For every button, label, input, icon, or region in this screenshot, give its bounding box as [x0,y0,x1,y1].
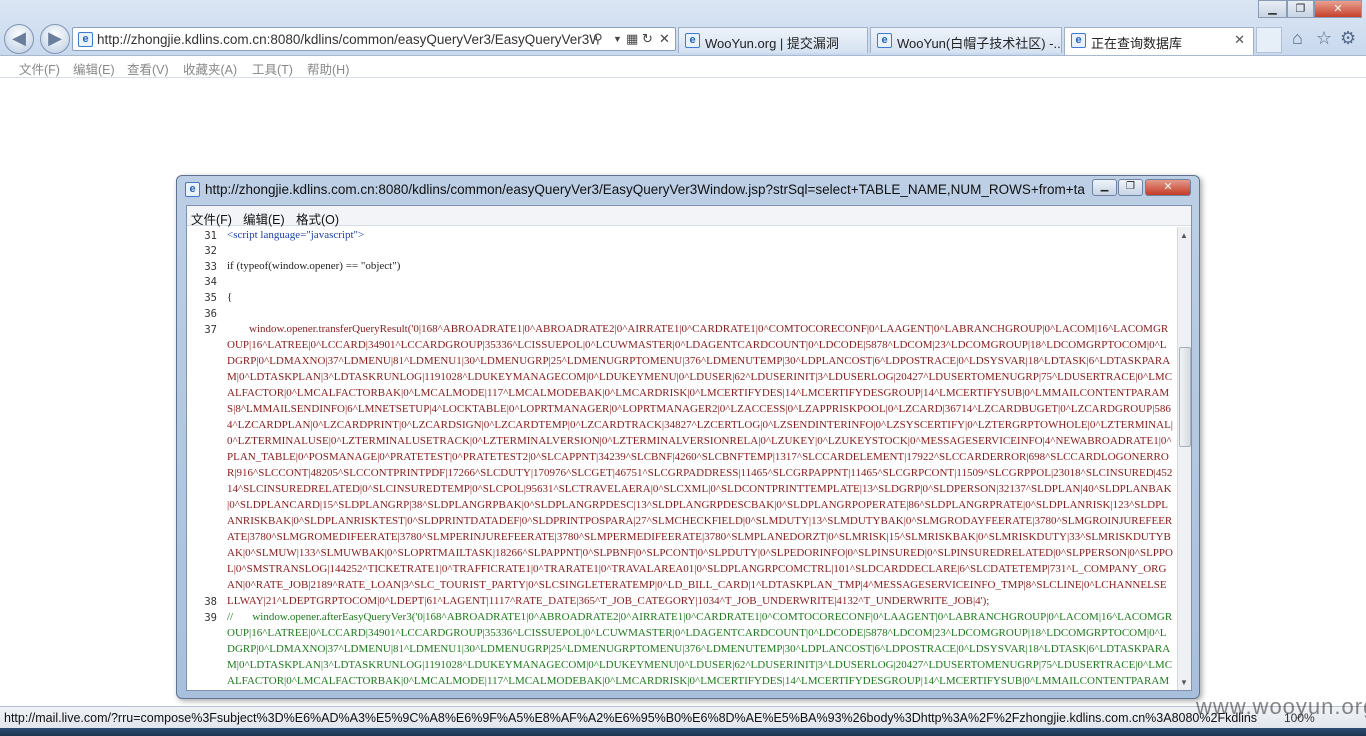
favorites-icon[interactable]: ☆ [1316,28,1332,49]
vertical-scrollbar[interactable]: ▲ ▼ [1177,227,1191,690]
tab-label: WooYun.org | 提交漏洞 [705,36,839,51]
address-url[interactable]: http://zhongjie.kdlins.com.cn:8080/kdlin… [97,32,597,47]
line-number: 31 [204,230,217,242]
tab-wooyun-community[interactable]: e WooYun(白帽子技术社区) -... [870,27,1062,53]
page-icon: e [185,182,200,197]
popup-minimize-button[interactable]: ▁ [1092,179,1117,196]
tab-page-icon: e [877,33,892,48]
menu-edit[interactable]: 编辑(E) [73,59,115,78]
menu-view[interactable]: 查看(V) [127,59,169,78]
refresh-icon[interactable]: ↻ [642,31,653,47]
popup-menubar: 文件(F) 编辑(E) 格式(O) [187,206,1191,228]
popup-close-button[interactable]: ✕ [1145,179,1191,196]
line-number: 32 [204,245,217,257]
menu-help[interactable]: 帮助(H) [307,59,349,78]
line-number: 33 [204,261,217,273]
back-icon[interactable]: ◀ [4,24,34,54]
popup-title: http://zhongjie.kdlins.com.cn:8080/kdlin… [205,182,1085,197]
tab-label: WooYun(白帽子技术社区) -... [897,36,1062,51]
menu-favorites[interactable]: 收藏夹(A) [183,59,237,78]
settings-icon[interactable]: ⚙ [1340,28,1356,49]
code-line: if (typeof(window.opener) == "object") [227,260,401,272]
code-line: window.opener.transferQueryResult('0|168… [227,323,1173,607]
popup-menu-file[interactable]: 文件(F) [191,209,232,228]
tab-wooyun-submit[interactable]: e WooYun.org | 提交漏洞 [678,27,868,53]
maximize-button[interactable]: ❐ [1287,0,1314,18]
popup-content: 文件(F) 编辑(E) 格式(O) 31 <script language="j… [186,205,1192,691]
tab-page-icon: e [1071,33,1086,48]
scroll-up-icon[interactable]: ▲ [1180,231,1188,240]
popup-menu-edit[interactable]: 编辑(E) [243,209,285,228]
compat-view-icon[interactable]: ▦ [626,31,638,47]
code-line: { [227,291,233,303]
new-tab-button[interactable] [1256,27,1282,53]
search-icon[interactable]: ⚲ [593,31,603,47]
source-code-view[interactable]: 31 <script language="javascript"> 32 33 … [187,227,1177,690]
address-bar[interactable]: e http://zhongjie.kdlins.com.cn:8080/kdl… [72,27,676,51]
forward-icon[interactable]: ▶ [40,24,70,54]
line-number: 35 [204,292,217,304]
line-number: 36 [204,308,217,320]
status-url: http://mail.live.com/?rru=compose%3Fsubj… [4,711,1258,725]
stop-icon[interactable]: ✕ [659,31,670,47]
home-icon[interactable]: ⌂ [1292,28,1303,49]
tab-querying-database[interactable]: e 正在查询数据库 ✕ [1064,27,1254,55]
menu-tools[interactable]: 工具(T) [252,59,293,78]
line-number: 39 [204,612,217,624]
popup-maximize-button[interactable]: ❐ [1118,179,1143,196]
scroll-thumb[interactable] [1179,347,1191,447]
source-popup-window: e http://zhongjie.kdlins.com.cn:8080/kdl… [176,175,1200,699]
browser-menubar: 文件(F) 编辑(E) 查看(V) 收藏夹(A) 工具(T) 帮助(H) [0,56,1366,78]
browser-toolbar: ▁ ❐ ✕ ◀ ▶ e http://zhongjie.kdlins.com.c… [0,0,1366,56]
line-number: 37 [204,324,217,336]
scroll-down-icon[interactable]: ▼ [1180,678,1188,687]
minimize-button[interactable]: ▁ [1258,0,1287,18]
line-number: 38 [204,596,217,608]
close-tab-icon[interactable]: ✕ [1234,32,1245,48]
popup-menu-format[interactable]: 格式(O) [296,209,339,228]
page-icon: e [78,32,93,47]
tab-label: 正在查询数据库 [1091,36,1183,51]
code-line: <script language="javascript"> [227,229,365,241]
dropdown-icon[interactable]: ▼ [613,34,622,44]
code-line: // window.opener.afterEasyQueryVer3('0|1… [227,611,1173,687]
menu-file[interactable]: 文件(F) [19,59,60,78]
tab-page-icon: e [685,33,700,48]
close-window-button[interactable]: ✕ [1314,0,1362,18]
taskbar [0,728,1366,736]
status-bar: http://mail.live.com/?rru=compose%3Fsubj… [0,706,1366,728]
watermark-text: www.wooyun.org [1196,694,1366,719]
line-number: 34 [204,276,217,288]
